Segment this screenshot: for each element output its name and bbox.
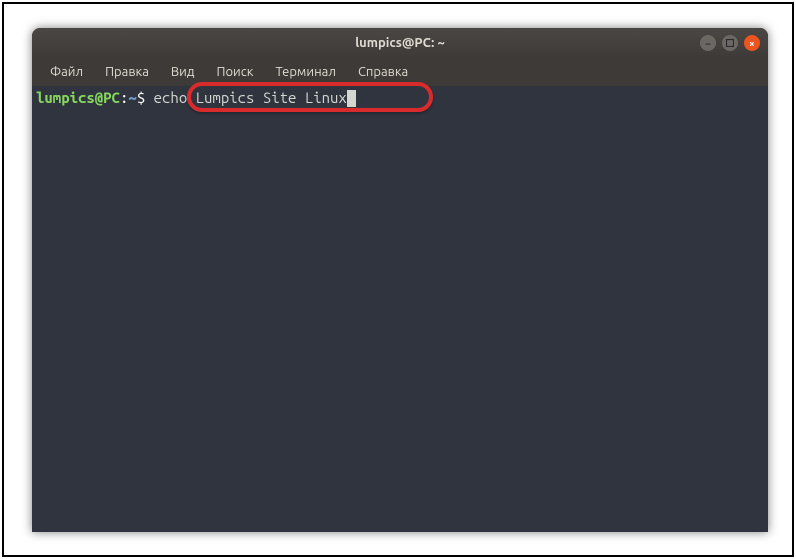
menu-item-view[interactable]: Вид xyxy=(161,61,205,83)
prompt-path: ~ xyxy=(128,88,136,108)
window-title: lumpics@PC: ~ xyxy=(355,36,445,50)
menu-item-help[interactable]: Справка xyxy=(348,61,418,83)
terminal-content[interactable]: lumpics@PC:~$ echo Lumpics Site Linux xyxy=(32,86,768,532)
maximize-button[interactable] xyxy=(722,35,738,51)
maximize-icon xyxy=(726,39,734,47)
menu-item-search[interactable]: Поиск xyxy=(206,61,263,83)
window-titlebar[interactable]: lumpics@PC: ~ − × xyxy=(32,28,768,58)
menubar: Файл Правка Вид Поиск Терминал Справка xyxy=(32,58,768,86)
prompt-user-host: lumpics@PC xyxy=(36,88,120,108)
prompt-line: lumpics@PC:~$ echo Lumpics Site Linux xyxy=(36,88,764,108)
minimize-icon: − xyxy=(705,38,711,49)
prompt-separator: : xyxy=(120,88,128,108)
close-button[interactable]: × xyxy=(744,35,760,51)
screenshot-frame: lumpics@PC: ~ − × Файл Правка Вид Поиск … xyxy=(2,2,794,557)
cursor-icon xyxy=(347,90,356,107)
window-controls: − × xyxy=(700,35,760,51)
terminal-window: lumpics@PC: ~ − × Файл Правка Вид Поиск … xyxy=(32,28,768,532)
command-input[interactable]: echo Lumpics Site Linux xyxy=(145,88,347,108)
menu-item-edit[interactable]: Правка xyxy=(95,61,159,83)
menu-item-terminal[interactable]: Терминал xyxy=(265,61,345,83)
close-icon: × xyxy=(749,38,755,49)
menu-item-file[interactable]: Файл xyxy=(40,61,93,83)
minimize-button[interactable]: − xyxy=(700,35,716,51)
prompt-dollar: $ xyxy=(137,88,145,108)
